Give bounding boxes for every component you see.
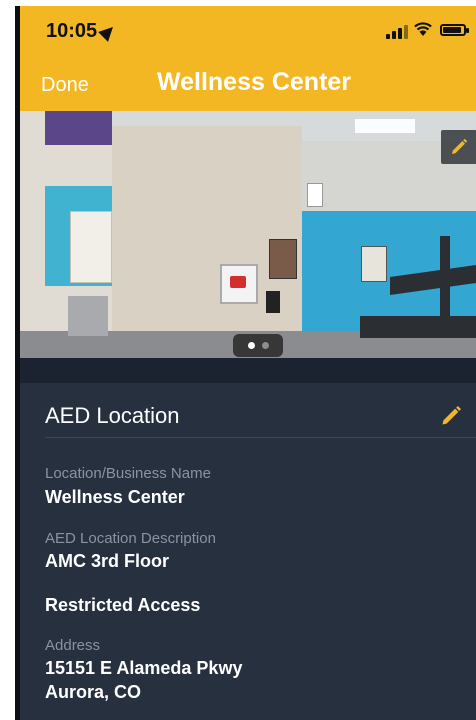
pencil-icon [452, 138, 468, 154]
field-label-business-name: Location/Business Name [45, 465, 211, 482]
field-value-address-line1: 15151 E Alameda Pkwy [45, 658, 243, 678]
wifi-icon [414, 21, 432, 39]
field-value-address-line2: Aurora, CO [45, 682, 142, 702]
pencil-icon [442, 405, 462, 425]
photo-water-fountain [68, 296, 108, 336]
photo-aed-sign [307, 183, 323, 207]
photo-treadmill-base [360, 316, 476, 338]
aed-location-section: AED Location Location/Business Name Well… [20, 383, 476, 720]
photo-bulletin-board [70, 211, 112, 283]
edit-location-button[interactable] [440, 405, 462, 432]
status-bar: 10:05 [20, 6, 476, 54]
location-photo[interactable] [20, 111, 476, 358]
location-arrow-icon [98, 21, 119, 42]
phone-screen: 10:05 Done Wellness Center AED Location … [15, 6, 476, 720]
photo-page-indicator[interactable] [233, 334, 283, 357]
section-divider [45, 437, 476, 438]
page-title: Wellness Center [156, 68, 352, 96]
status-time-text: 10:05 [46, 20, 98, 42]
field-label-address: Address [45, 637, 101, 654]
field-value-access: Restricted Access [45, 595, 201, 615]
field-value-location-description: AMC 3rd Floor [45, 551, 169, 571]
page-dot-active [248, 342, 255, 349]
navigation-bar: Done Wellness Center [20, 54, 476, 111]
photo-treadmill-handle [440, 236, 450, 326]
field-label-location-description: AED Location Description [45, 530, 216, 547]
section-title: AED Location [45, 403, 180, 428]
photo-poster [269, 239, 297, 279]
photo-poster-right [361, 246, 387, 282]
photo-purple-stripe [45, 111, 112, 145]
cellular-signal-icon [386, 25, 408, 39]
status-time: 10:05 [46, 20, 119, 43]
section-spacer [20, 358, 476, 383]
photo-aed-cabinet [220, 264, 258, 304]
page-dot-inactive [262, 342, 269, 349]
edit-photo-button[interactable] [441, 130, 476, 164]
photo-wall-phone [266, 291, 280, 313]
field-value-business-name: Wellness Center [45, 487, 185, 507]
battery-icon [440, 24, 469, 36]
